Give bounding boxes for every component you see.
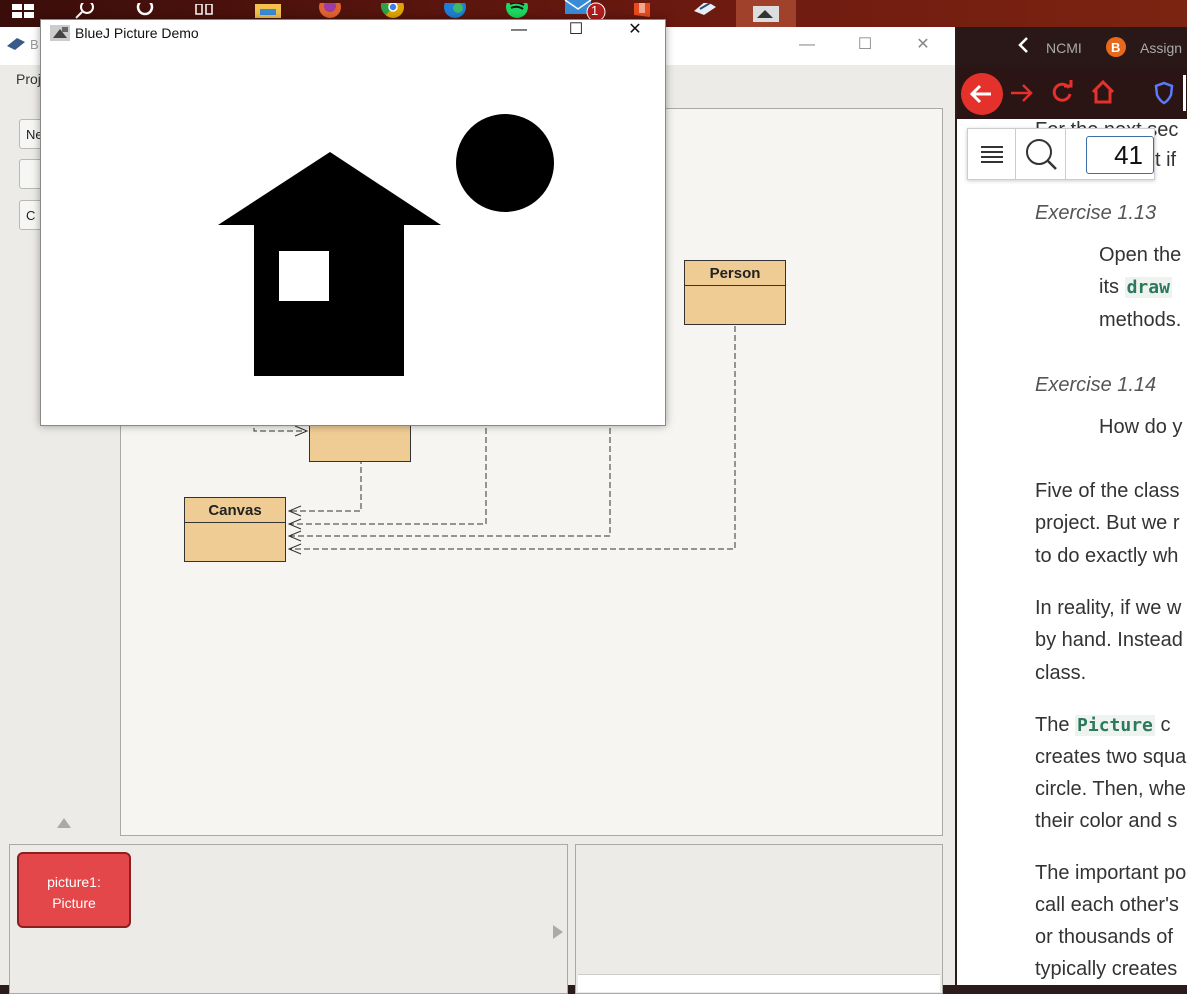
reader-toolbar: 41 (967, 128, 1155, 180)
p1-line1: Five of the class (1035, 480, 1180, 502)
p3-line1: The Picture c (1035, 714, 1170, 737)
expand-up-icon[interactable] (57, 815, 71, 833)
demo-maximize-button[interactable]: ☐ (564, 20, 588, 40)
picture-code: Picture (1075, 715, 1155, 736)
menu-icon[interactable] (968, 129, 1016, 179)
picture-demo-title: BlueJ Picture Demo (75, 25, 199, 41)
back-button[interactable] (961, 73, 1003, 115)
tab-back-icon[interactable] (1017, 37, 1029, 58)
ex113-line1: Open the (1099, 244, 1182, 266)
main-window-title: B (30, 37, 39, 52)
p1-line2: project. But we r (1035, 512, 1180, 534)
menu-project[interactable]: Proj (16, 71, 41, 87)
sun-circle (456, 114, 554, 212)
main-minimize-button[interactable]: — (795, 35, 819, 55)
class-canvas[interactable]: Canvas (184, 497, 286, 562)
ex113-line3: methods. (1099, 309, 1182, 331)
bluej-icon (6, 38, 26, 57)
ex113-line2-prefix: its (1099, 276, 1119, 298)
tab-ncmi[interactable]: NCMI (1046, 40, 1082, 56)
ex114-line1: How do y (1099, 416, 1183, 438)
class-person-name: Person (685, 261, 785, 286)
exercise-113-heading: Exercise 1.13 (1035, 202, 1157, 224)
p2-line3: class. (1035, 662, 1087, 684)
toolbar-divider (1183, 75, 1186, 111)
reader-content: For the next sec ct if Exercise 1.13 Ope… (975, 119, 1187, 985)
object-picture1[interactable]: picture1: Picture (17, 852, 131, 928)
scroll-right-icon[interactable] (553, 925, 563, 944)
mail-badge: 1 (591, 3, 599, 18)
tracking-shield-icon[interactable] (1154, 81, 1174, 110)
search-icon[interactable] (1016, 129, 1066, 179)
p3-prefix: The (1035, 714, 1070, 736)
p4-line4: typically creates (1035, 958, 1178, 980)
class-person[interactable]: Person (684, 260, 786, 325)
browser-window: NCMI B Assign For the next sec ct if Exe… (957, 27, 1187, 985)
class-canvas-name: Canvas (185, 498, 285, 523)
p3-line3: circle. Then, whe (1035, 778, 1186, 800)
p1-line3: to do exactly wh (1035, 545, 1179, 567)
demo-minimize-button[interactable]: — (507, 20, 531, 40)
start-icon[interactable] (8, 0, 38, 22)
p3-suffix: c (1160, 714, 1171, 736)
terminal-pane (575, 844, 943, 994)
house-roof (218, 152, 441, 225)
house-window (279, 251, 329, 301)
home-icon[interactable] (1090, 79, 1116, 110)
picture-canvas (218, 114, 554, 376)
ex113-draw-code: draw (1124, 277, 1172, 298)
p2-line2: by hand. Instead (1035, 629, 1183, 651)
main-close-button[interactable]: ✕ (911, 35, 935, 55)
picture-demo-titlebar: BlueJ Picture Demo — ☐ ✕ (41, 20, 665, 48)
object-label-line2: Picture (52, 895, 96, 911)
p4-line3: or thousands of (1035, 926, 1173, 948)
p2-line1: In reality, if we w (1035, 597, 1182, 619)
forward-icon[interactable] (1009, 81, 1035, 110)
picture-demo-app-icon (50, 25, 70, 46)
p3-line2: creates two squa (1035, 746, 1187, 768)
tab-assign[interactable]: Assign (1140, 40, 1182, 56)
ex113-line2: its draw (1099, 276, 1172, 299)
tab-assign-favicon: B (1104, 35, 1128, 59)
p4-line2: call each other's (1035, 894, 1179, 916)
browser-nav-bar (957, 67, 1187, 119)
p4-line1: The important po (1035, 862, 1187, 884)
main-maximize-button[interactable]: ☐ (853, 35, 877, 55)
object-label-line1: picture1: (47, 874, 101, 890)
svg-text:B: B (1111, 40, 1120, 55)
p3-line4: their color and s (1035, 810, 1178, 832)
picture-demo-window: BlueJ Picture Demo — ☐ ✕ (40, 19, 666, 426)
bluej-taskbar-icon[interactable] (690, 0, 720, 22)
demo-close-button[interactable]: ✕ (623, 20, 647, 40)
exercise-114-heading: Exercise 1.14 (1035, 374, 1157, 396)
terminal-input[interactable] (578, 974, 940, 992)
browser-tab-strip: NCMI B Assign (957, 27, 1187, 67)
picture-demo-taskbar-icon[interactable] (736, 0, 796, 27)
reload-icon[interactable] (1050, 80, 1074, 109)
page-number-input[interactable]: 41 (1086, 136, 1154, 174)
